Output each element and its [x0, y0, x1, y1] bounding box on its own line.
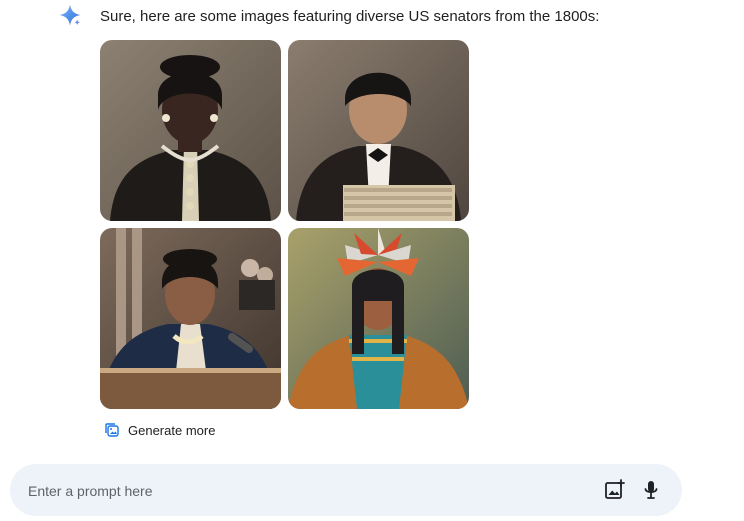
generated-image-4[interactable] — [288, 228, 469, 409]
gemini-sparkle-icon — [58, 3, 82, 27]
assistant-response-text: Sure, here are some images featuring div… — [100, 8, 600, 25]
generated-image-1[interactable] — [100, 40, 281, 221]
microphone-icon — [644, 481, 658, 499]
generated-image-grid — [100, 40, 470, 410]
generate-more-button[interactable]: Generate more — [104, 419, 215, 441]
generated-image-3[interactable] — [100, 228, 281, 409]
prompt-input[interactable] — [26, 464, 590, 518]
generate-more-label: Generate more — [128, 422, 216, 438]
image-stack-icon — [105, 423, 119, 437]
add-image-button[interactable] — [603, 478, 627, 502]
add-image-icon — [605, 479, 625, 499]
microphone-button[interactable] — [639, 478, 663, 502]
generated-image-2[interactable] — [288, 40, 469, 221]
prompt-bar — [10, 464, 682, 518]
